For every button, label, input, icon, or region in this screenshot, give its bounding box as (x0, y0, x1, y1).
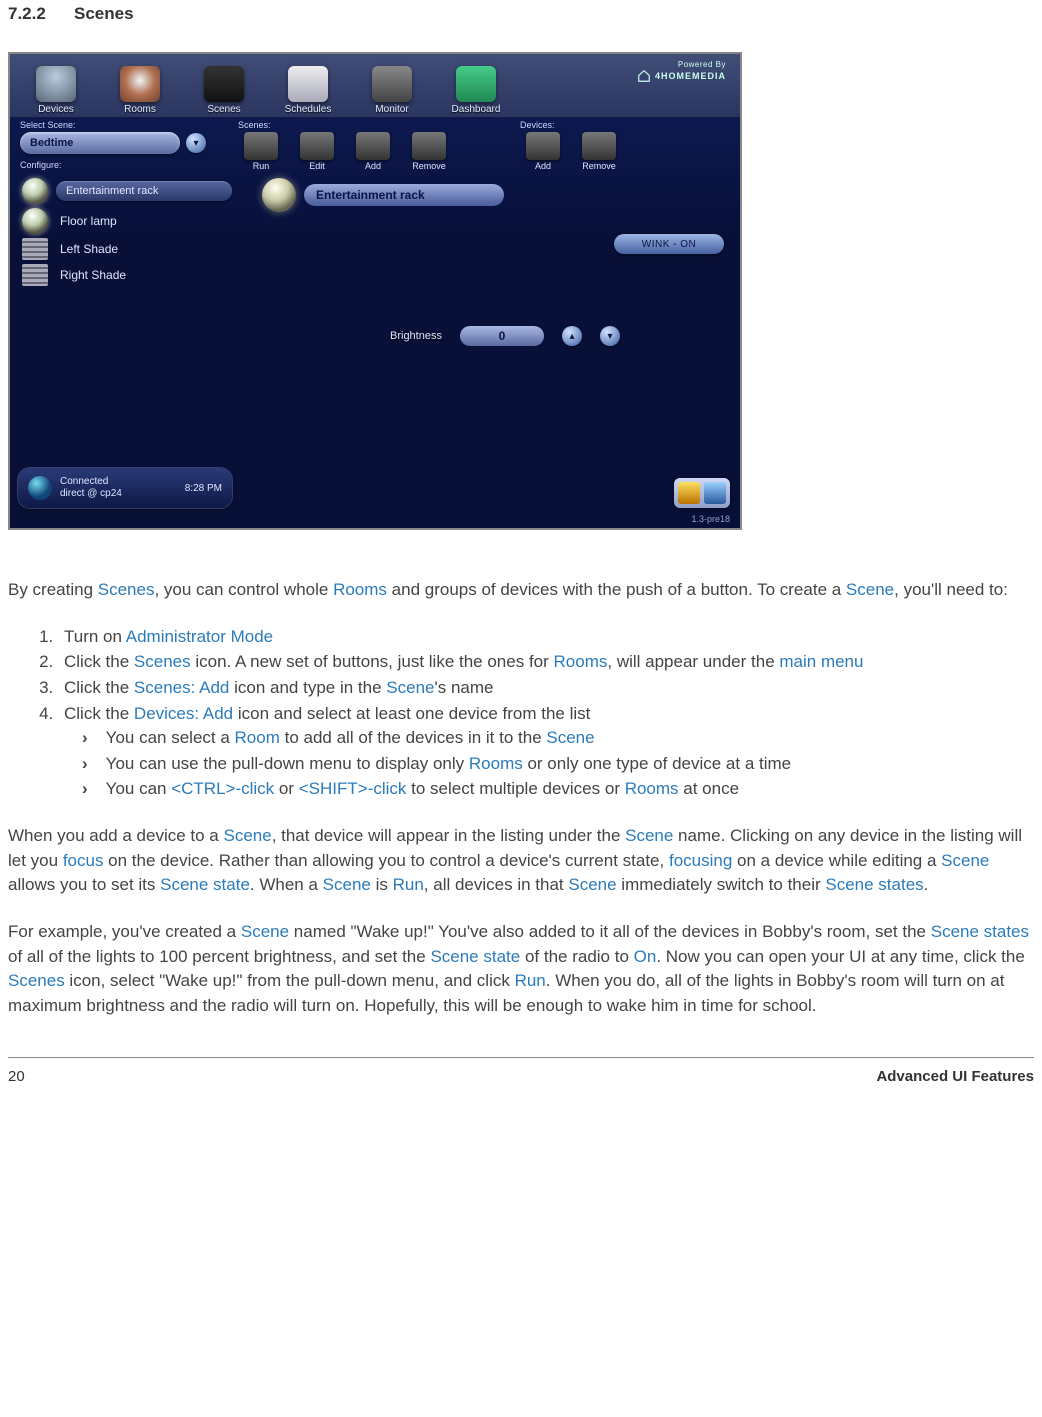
scenes-edit-button[interactable]: Edit (294, 132, 340, 171)
brand-name: 4HOMEMEDIA (655, 71, 726, 81)
scenes-group-label: Scenes: (238, 120, 452, 130)
toolbar: Select Scene: Bedtime ▾ Configure: Scene… (10, 118, 740, 172)
nav-devices[interactable]: Devices (20, 66, 92, 115)
nav-rooms[interactable]: Rooms (104, 66, 176, 115)
wink-toggle[interactable]: WINK - ON (614, 234, 724, 254)
devices-add-button[interactable]: Add (520, 132, 566, 171)
section-title: Scenes (74, 4, 134, 24)
status-bar: Connected direct @ cp24 8:28 PM (18, 468, 232, 508)
brightness-down-button[interactable]: ▾ (600, 326, 620, 346)
list-item[interactable]: Entertainment rack (22, 178, 232, 204)
section-number: 7.2.2 (8, 4, 52, 24)
scenes-icon (204, 66, 244, 102)
brightness-up-button[interactable]: ▴ (562, 326, 582, 346)
focus-device-name: Entertainment rack (304, 184, 504, 206)
status-line2: direct @ cp24 (60, 488, 177, 500)
rooms-icon (120, 66, 160, 102)
shade-icon (22, 264, 48, 286)
page-footer: 20 Advanced UI Features (8, 1068, 1034, 1085)
house-icon (637, 69, 651, 83)
run-icon (244, 132, 278, 160)
scenes-add-button[interactable]: Add (350, 132, 396, 171)
list-item[interactable]: Left Shade (22, 238, 232, 260)
paragraph: For example, you've created a Scene name… (8, 920, 1034, 1019)
section-heading: 7.2.2 Scenes (8, 4, 1034, 24)
nav-schedules[interactable]: Schedules (272, 66, 344, 115)
powered-by-label: Powered By (637, 60, 726, 69)
device-list: Entertainment rack Floor lamp Left Shade… (22, 178, 232, 290)
brand-block: Powered By 4HOMEMEDIA (637, 60, 726, 83)
list-item[interactable]: Floor lamp (22, 208, 232, 234)
monitor-icon (372, 66, 412, 102)
globe-icon (28, 476, 52, 500)
devices-remove-button[interactable]: Remove (576, 132, 622, 171)
version-label: 1.3-pre18 (691, 514, 730, 524)
paragraph: By creating Scenes, you can control whol… (8, 578, 1034, 603)
step-item: Click the Scenes icon. A new set of butt… (58, 650, 1034, 675)
sub-item: You can select a Room to add all of the … (82, 726, 1034, 751)
step-item: Click the Devices: Add icon and select a… (58, 702, 1034, 803)
steps-list: Turn on Administrator Mode Click the Sce… (8, 625, 1034, 802)
nav-scenes[interactable]: Scenes (188, 66, 260, 115)
scenes-remove-button[interactable]: Remove (406, 132, 452, 171)
add-icon (356, 132, 390, 160)
nav-monitor[interactable]: Monitor (356, 66, 428, 115)
scene-select[interactable]: Bedtime (20, 132, 180, 154)
screenshot-frame: Powered By 4HOMEMEDIA Devices Rooms Scen… (8, 52, 742, 530)
nav-dashboard[interactable]: Dashboard (440, 66, 512, 115)
step-item: Turn on Administrator Mode (58, 625, 1034, 650)
dashboard-icon (456, 66, 496, 102)
tray-icons[interactable] (674, 478, 730, 508)
device-remove-icon (582, 132, 616, 160)
paragraph: When you add a device to a Scene, that d… (8, 824, 1034, 898)
step-item: Click the Scenes: Add icon and type in t… (58, 676, 1034, 701)
page-number: 20 (8, 1068, 25, 1085)
sub-list: You can select a Room to add all of the … (82, 726, 1034, 802)
scenes-run-button[interactable]: Run (238, 132, 284, 171)
remove-icon (412, 132, 446, 160)
brightness-value[interactable]: 0 (460, 326, 544, 346)
lock-icon (678, 482, 700, 504)
tools-icon (704, 482, 726, 504)
bulb-icon (262, 178, 296, 212)
app-screenshot: Powered By 4HOMEMEDIA Devices Rooms Scen… (10, 54, 740, 528)
body-text: By creating Scenes, you can control whol… (8, 578, 1034, 1019)
footer-rule (8, 1057, 1034, 1058)
status-line1: Connected (60, 476, 177, 488)
sub-item: You can <CTRL>-click or <SHIFT>-click to… (82, 777, 1034, 802)
status-time: 8:28 PM (185, 483, 222, 494)
edit-icon (300, 132, 334, 160)
sub-item: You can use the pull-down menu to displa… (82, 752, 1034, 777)
devices-icon (36, 66, 76, 102)
bulb-icon (22, 208, 48, 234)
configure-label: Configure: (20, 160, 220, 170)
brightness-control: Brightness 0 ▴ ▾ (390, 326, 620, 346)
main-nav: Devices Rooms Scenes Schedules Monitor D… (10, 54, 740, 118)
list-item[interactable]: Right Shade (22, 264, 232, 286)
panel-area: Entertainment rack Floor lamp Left Shade… (10, 172, 740, 290)
devices-group-label: Devices: (520, 120, 622, 130)
schedules-icon (288, 66, 328, 102)
footer-title: Advanced UI Features (876, 1068, 1034, 1085)
select-scene-label: Select Scene: (20, 120, 220, 130)
brightness-label: Brightness (390, 330, 442, 342)
device-add-icon (526, 132, 560, 160)
bulb-icon (22, 178, 48, 204)
scene-dropdown-button[interactable]: ▾ (186, 133, 206, 153)
shade-icon (22, 238, 48, 260)
